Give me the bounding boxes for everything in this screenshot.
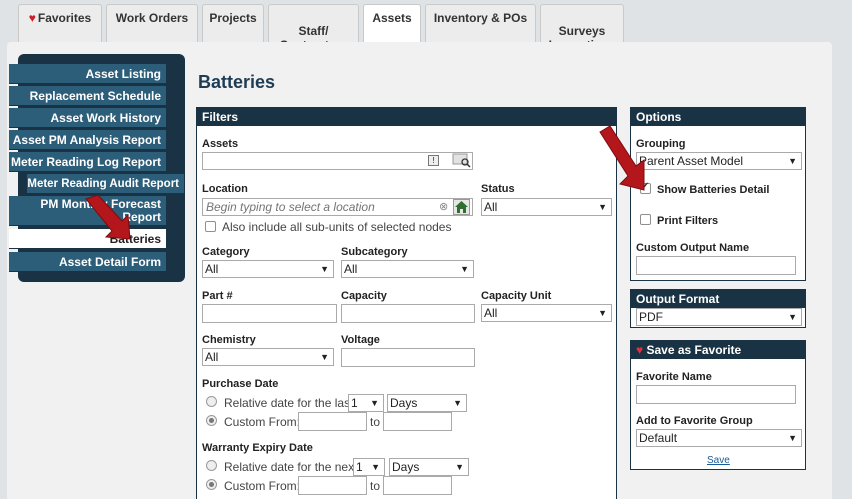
print-filters-checkbox[interactable] [640,214,651,225]
warranty-to-input[interactable] [383,476,452,495]
warranty-to-label: to [370,479,381,493]
favorite-group-select[interactable]: Default ▼ [636,429,802,447]
warranty-custom-radio[interactable] [206,479,217,490]
voltage-label: Voltage [341,334,380,346]
custom-output-label: Custom Output Name [636,242,750,254]
page-title: Batteries [198,72,276,92]
print-filters-label: Print Filters [657,215,719,227]
voltage-input[interactable] [341,348,475,367]
home-icon[interactable] [453,199,470,215]
part-input[interactable] [202,304,337,323]
tab-projects[interactable]: Projects [202,4,264,42]
options-heading: Options [631,108,805,126]
chevron-down-icon: ▼ [598,308,607,318]
assets-label: Assets [202,138,239,150]
magnifier-icon[interactable] [452,153,472,168]
chevron-down-icon: ▼ [320,264,329,274]
sidebar-item-asset-pm-analysis[interactable]: Asset PM Analysis Report [9,130,166,150]
grouping-select[interactable]: Parent Asset Model ▼ [636,152,802,170]
chevron-down-icon: ▼ [788,433,797,443]
tab-staff-contractors[interactable]: Staff/ Contractors [268,4,359,52]
chevron-down-icon: ▼ [370,398,379,408]
chevron-down-icon: ▼ [455,462,464,472]
chevron-down-icon: ▼ [788,312,797,322]
filters-heading: Filters [197,108,616,126]
output-format-heading: Output Format [631,290,805,308]
tab-surveys-inspections[interactable]: Surveys Inspections [540,4,624,52]
purchase-to-label: to [370,415,381,429]
warranty-relative-unit-select[interactable]: Days ▼ [389,458,469,476]
chevron-down-icon: ▼ [460,264,469,274]
favorite-heading: ♥ Save as Favorite [631,341,805,359]
warranty-custom-label: Custom From: [224,479,301,493]
sidebar-item-meter-reading-audit[interactable]: Meter Reading Audit Report [27,174,184,194]
top-tab-bar: ♥Favorites Work Orders Projects Staff/ C… [0,0,852,52]
tab-work-orders[interactable]: Work Orders [106,4,198,42]
favorite-group-label: Add to Favorite Group [636,415,753,427]
purchase-from-input[interactable] [298,412,367,431]
location-input[interactable] [202,198,473,216]
status-select[interactable]: All ▼ [481,198,612,216]
sidebar-item-meter-reading-log[interactable]: Meter Reading Log Report [9,152,166,172]
chevron-down-icon: ▼ [598,202,607,212]
red-arrow-icon [599,126,645,191]
purchase-relative-num-select[interactable]: 1 ▼ [348,394,384,412]
favorite-name-input[interactable] [636,385,796,404]
chevron-down-icon: ▼ [453,398,462,408]
tab-assets[interactable]: Assets [363,4,421,44]
purchase-relative-unit-select[interactable]: Days ▼ [387,394,467,412]
capacity-input[interactable] [341,304,475,323]
include-subunits-checkbox[interactable] [205,221,216,232]
chevron-down-icon: ▼ [788,156,797,166]
info-icon[interactable]: ! [428,155,439,166]
status-label: Status [481,183,515,195]
favorite-panel: ♥ Save as Favorite [630,340,806,470]
capacity-unit-select[interactable]: All ▼ [481,304,612,322]
warranty-relative-num-select[interactable]: 1 ▼ [353,458,385,476]
clear-icon[interactable]: ⊗ [439,200,448,213]
purchase-custom-radio[interactable] [206,415,217,426]
tab-inventory-pos[interactable]: Inventory & POs [425,4,536,42]
chemistry-select[interactable]: All ▼ [202,348,334,366]
show-detail-label: Show Batteries Detail [657,184,770,196]
warranty-relative-radio[interactable] [206,460,217,471]
sidebar-item-asset-work-history[interactable]: Asset Work History [9,108,166,128]
heart-icon: ♥ [636,343,644,357]
sidebar-item-asset-listing[interactable]: Asset Listing [9,64,166,84]
save-favorite-link[interactable]: Save [707,455,730,466]
warranty-from-input[interactable] [298,476,367,495]
purchase-relative-label: Relative date for the last [224,396,354,410]
warranty-relative-label: Relative date for the next [224,460,358,474]
subcategory-label: Subcategory [341,246,408,258]
purchase-relative-radio[interactable] [206,396,217,407]
heart-icon: ♥ [28,11,36,25]
tab-favorites[interactable]: ♥ Favorites [18,4,102,42]
purchase-to-input[interactable] [383,412,452,431]
red-arrow-icon [85,195,131,240]
capacity-label: Capacity [341,290,387,302]
purchase-custom-label: Custom From: [224,415,301,429]
location-label: Location [202,183,248,195]
favorite-name-label: Favorite Name [636,371,712,383]
output-format-select[interactable]: PDF ▼ [636,308,802,326]
subcategory-select[interactable]: All ▼ [341,260,474,278]
include-subunits-label: Also include all sub-units of selected n… [222,220,452,234]
sidebar-item-replacement-schedule[interactable]: Replacement Schedule [9,86,166,106]
purchase-date-label: Purchase Date [202,378,279,390]
warranty-date-label: Warranty Expiry Date [202,442,313,454]
custom-output-input[interactable] [636,256,796,275]
chevron-down-icon: ▼ [371,462,380,472]
category-select[interactable]: All ▼ [202,260,334,278]
chevron-down-icon: ▼ [320,352,329,362]
sidebar-item-asset-detail-form[interactable]: Asset Detail Form [9,252,166,272]
chemistry-label: Chemistry [202,334,256,346]
part-label: Part # [202,290,233,302]
capacity-unit-label: Capacity Unit [481,290,552,302]
category-label: Category [202,246,250,258]
